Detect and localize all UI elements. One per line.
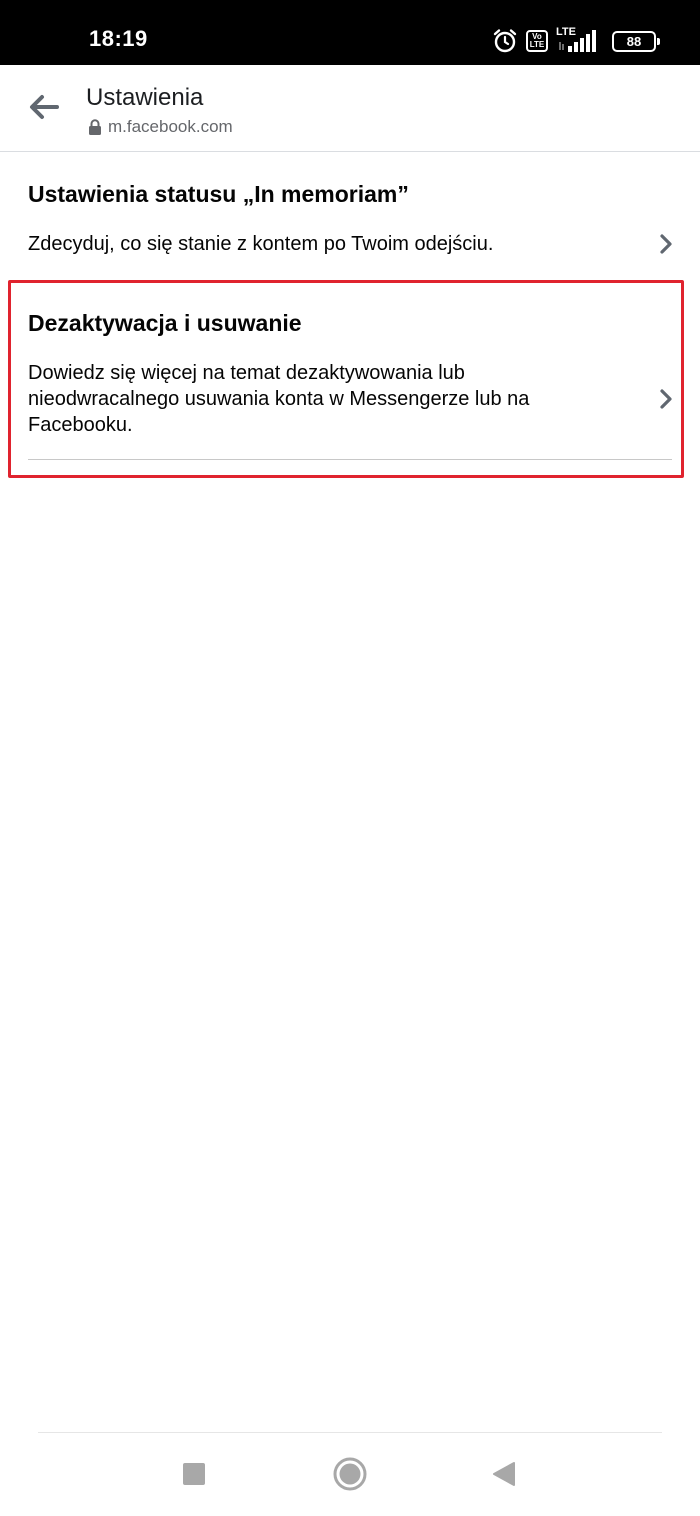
battery-level: 88 (626, 33, 642, 49)
settings-item-deactivation-deletion[interactable]: Dezaktywacja i usuwanie Dowiedz się więc… (28, 310, 673, 460)
arrow-left-icon (30, 95, 59, 119)
back-nav-button[interactable] (476, 1451, 532, 1497)
alarm-icon (492, 28, 518, 54)
back-button[interactable] (22, 85, 66, 129)
lte-signal-icon: LTE (556, 26, 604, 54)
page-url: m.facebook.com (88, 117, 233, 137)
system-navigation-bar (0, 1433, 700, 1516)
chevron-right-icon (659, 233, 673, 260)
recent-apps-icon (183, 1463, 205, 1485)
item-title: Dezaktywacja i usuwanie (28, 310, 302, 336)
battery-icon: 88 (612, 30, 660, 52)
url-text: m.facebook.com (108, 117, 233, 136)
item-description: Dowiedz się więcej na temat dezaktywowan… (28, 362, 530, 436)
lock-icon (89, 118, 101, 135)
item-title: Ustawienia statusu „In memoriam” (28, 181, 409, 207)
browser-header: Ustawienia m.facebook.com (0, 65, 700, 152)
home-icon (333, 1457, 367, 1491)
recent-apps-button[interactable] (166, 1451, 222, 1497)
volte-icon: Vo LTE (526, 30, 548, 52)
item-description: Zdecyduj, co się stanie z kontem po Twoi… (28, 233, 494, 255)
back-icon (493, 1462, 515, 1486)
status-time: 18:19 (89, 26, 148, 51)
chevron-right-icon (659, 388, 673, 415)
settings-item-memorialization[interactable]: Ustawienia statusu „In memoriam” Zdecydu… (28, 181, 673, 271)
status-bar: 18:19 Vo LTE LTE 88 (0, 0, 700, 65)
home-button[interactable] (322, 1451, 378, 1497)
divider (28, 459, 672, 460)
page-title: Ustawienia (86, 84, 204, 111)
status-icons: Vo LTE LTE 88 (492, 24, 660, 58)
volte-label-bottom: LTE (529, 40, 545, 49)
